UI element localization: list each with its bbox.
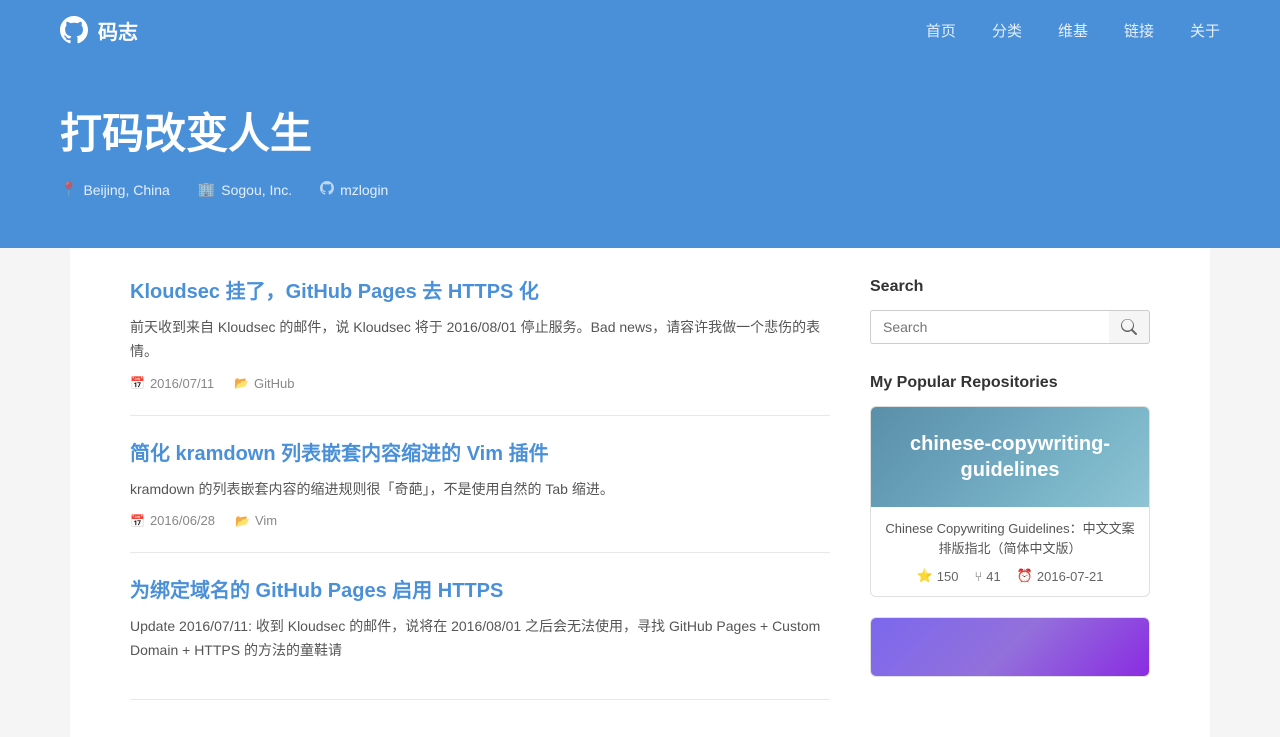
main-container: Kloudsec 挂了，GitHub Pages 去 HTTPS 化 前天收到来…: [70, 248, 1210, 737]
nav-links: 首页 分类 维基 链接 关于: [926, 20, 1220, 41]
site-logo-text: 码志: [98, 16, 138, 45]
post-meta: 📅 2016/07/11 📂 GitHub: [130, 376, 830, 391]
nav-item-wiki[interactable]: 维基: [1058, 20, 1088, 41]
post-excerpt: Update 2016/07/11: 收到 Kloudsec 的邮件，说将在 2…: [130, 615, 830, 663]
nav-item-home[interactable]: 首页: [926, 20, 956, 41]
post-category-text: GitHub: [254, 376, 294, 391]
repo-stars-count: 150: [937, 569, 959, 584]
clock-icon: ⏰: [1017, 568, 1033, 584]
repo-card-image-2: [871, 618, 1149, 677]
sidebar: Search My Popular Repositories chinese-c…: [870, 278, 1150, 707]
github-profile-icon: [320, 181, 334, 198]
repo-date-text: 2016-07-21: [1037, 569, 1104, 584]
nav-item-links[interactable]: 链接: [1124, 20, 1154, 41]
repo-stars: ⭐ 150: [917, 568, 959, 584]
repos-section-title: My Popular Repositories: [870, 374, 1150, 392]
post-title[interactable]: 简化 kramdown 列表嵌套内容缩进的 Vim 插件: [130, 440, 830, 468]
repo-forks-count: 41: [986, 569, 1000, 584]
post-category-text: Vim: [255, 513, 277, 528]
search-button[interactable]: [1109, 310, 1150, 344]
search-box: [870, 310, 1150, 344]
post-excerpt: kramdown 的列表嵌套内容的缩进规则很「奇葩」，不是使用自然的 Tab 缩…: [130, 478, 830, 502]
post-date: 📅 2016/06/28: [130, 513, 215, 528]
search-section: Search: [870, 278, 1150, 344]
nav-bar: 码志 首页 分类 维基 链接 关于: [60, 0, 1220, 60]
post-title[interactable]: 为绑定域名的 GitHub Pages 启用 HTTPS: [130, 577, 830, 605]
post-date-text: 2016/07/11: [150, 376, 214, 391]
hero-content: 打码改变人生 📍 Beijing, China 🏢 Sogou, Inc. mz…: [60, 60, 1220, 248]
hero-company: 🏢 Sogou, Inc.: [198, 181, 292, 198]
nav-link-links[interactable]: 链接: [1124, 23, 1154, 40]
nav-item-category[interactable]: 分类: [992, 20, 1022, 41]
folder-icon: 📂: [234, 376, 249, 390]
repo-card-2: [870, 617, 1150, 677]
location-icon: 📍: [60, 181, 77, 198]
hero-github: mzlogin: [320, 181, 388, 198]
nav-link-home[interactable]: 首页: [926, 23, 956, 40]
post-date: 📅 2016/07/11: [130, 376, 214, 391]
hero-github-text: mzlogin: [340, 182, 388, 198]
repo-date: ⏰ 2016-07-21: [1017, 568, 1104, 584]
folder-icon: 📂: [235, 514, 250, 528]
hero-location: 📍 Beijing, China: [60, 181, 170, 198]
post-item: Kloudsec 挂了，GitHub Pages 去 HTTPS 化 前天收到来…: [130, 278, 830, 416]
post-item: 为绑定域名的 GitHub Pages 启用 HTTPS Update 2016…: [130, 553, 830, 700]
fork-icon: ⑂: [974, 569, 982, 584]
repos-section: My Popular Repositories chinese-copywrit…: [870, 374, 1150, 677]
nav-link-wiki[interactable]: 维基: [1058, 23, 1088, 40]
post-excerpt: 前天收到来自 Kloudsec 的邮件，说 Kloudsec 将于 2016/0…: [130, 316, 830, 364]
post-item: 简化 kramdown 列表嵌套内容缩进的 Vim 插件 kramdown 的列…: [130, 416, 830, 554]
site-header: 码志 首页 分类 维基 链接 关于 打码改变人生 📍 Beijing, Chin…: [0, 0, 1280, 248]
hero-location-text: Beijing, China: [83, 182, 169, 198]
hero-title: 打码改变人生: [60, 100, 1220, 161]
post-category: 📂 Vim: [235, 513, 277, 528]
repo-card-stats: ⭐ 150 ⑂ 41 ⏰ 2016-07-21: [885, 568, 1135, 584]
nav-link-about[interactable]: 关于: [1190, 23, 1220, 40]
hero-meta: 📍 Beijing, China 🏢 Sogou, Inc. mzlogin: [60, 181, 1220, 198]
repo-card-body: Chinese Copywriting Guidelines：中文文案排版指北（…: [871, 507, 1149, 596]
repo-forks: ⑂ 41: [974, 568, 1000, 584]
repo-card-image: chinese-copywriting-guidelines: [871, 407, 1149, 507]
calendar-icon: 📅: [130, 376, 145, 390]
post-date-text: 2016/06/28: [150, 513, 215, 528]
star-icon: ⭐: [917, 568, 933, 584]
site-logo[interactable]: 码志: [60, 16, 138, 45]
nav-link-category[interactable]: 分类: [992, 23, 1022, 40]
repo-card: chinese-copywriting-guidelines Chinese C…: [870, 406, 1150, 597]
posts-column: Kloudsec 挂了，GitHub Pages 去 HTTPS 化 前天收到来…: [130, 278, 830, 707]
github-icon: [60, 16, 88, 44]
company-icon: 🏢: [198, 181, 215, 198]
search-input[interactable]: [870, 310, 1109, 344]
search-icon: [1121, 319, 1137, 335]
nav-item-about[interactable]: 关于: [1190, 20, 1220, 41]
calendar-icon: 📅: [130, 514, 145, 528]
post-title[interactable]: Kloudsec 挂了，GitHub Pages 去 HTTPS 化: [130, 278, 830, 306]
repo-image-text: chinese-copywriting-guidelines: [881, 431, 1139, 483]
post-category: 📂 GitHub: [234, 376, 294, 391]
search-section-title: Search: [870, 278, 1150, 296]
repo-card-description: Chinese Copywriting Guidelines：中文文案排版指北（…: [885, 519, 1135, 558]
post-meta: 📅 2016/06/28 📂 Vim: [130, 513, 830, 528]
hero-company-text: Sogou, Inc.: [221, 182, 292, 198]
